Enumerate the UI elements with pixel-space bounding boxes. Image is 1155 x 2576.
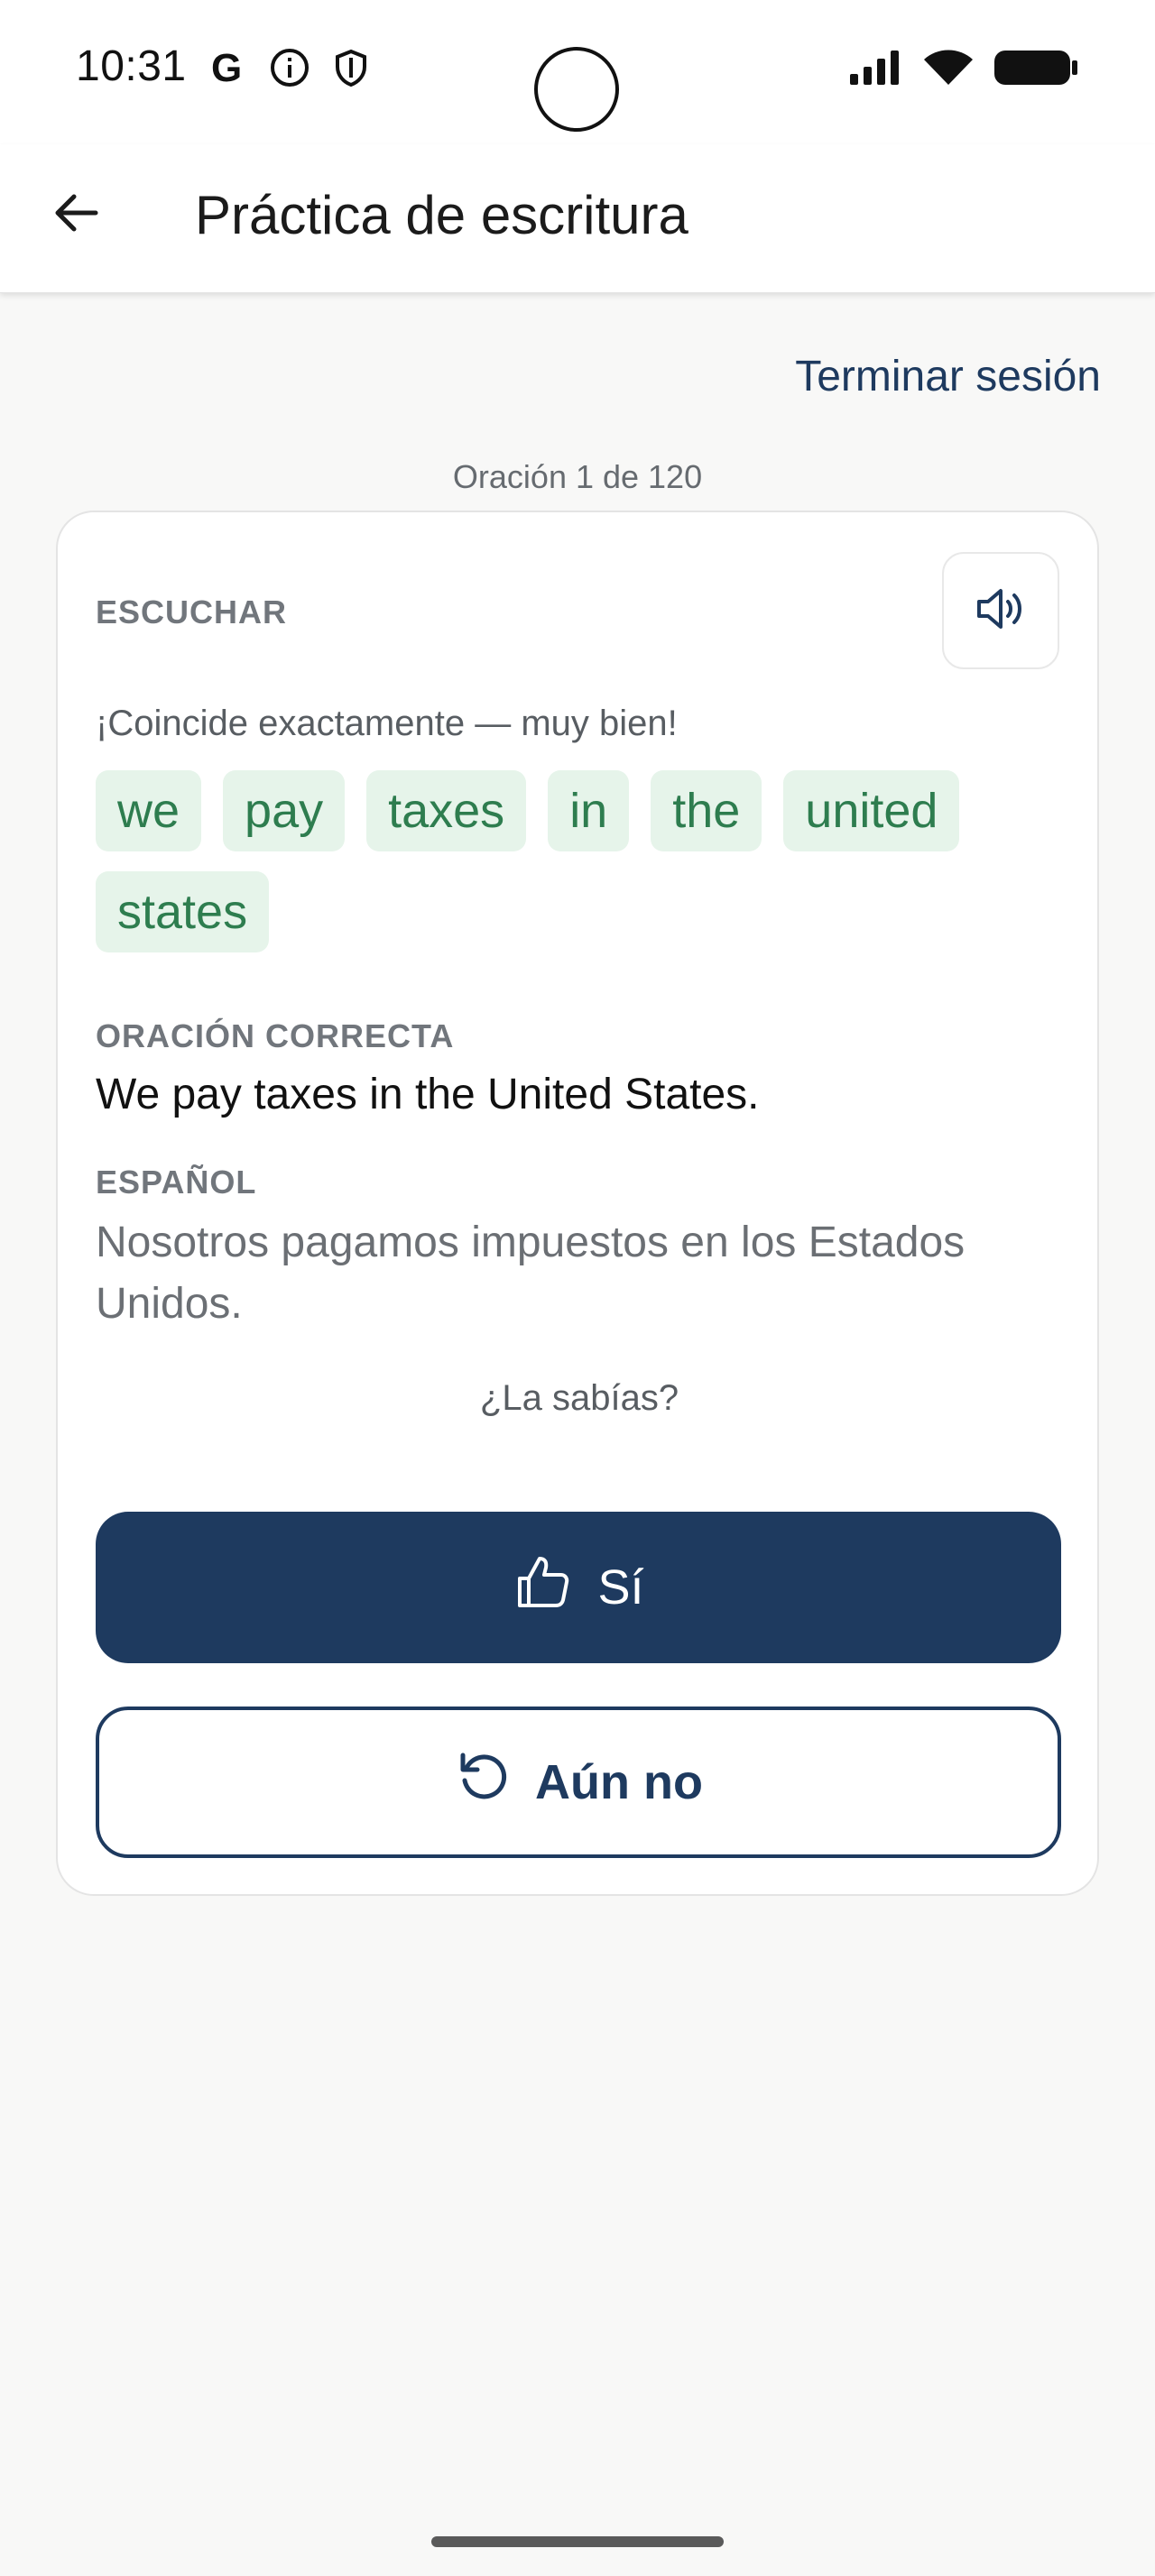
battery-icon bbox=[993, 47, 1079, 93]
shield-icon bbox=[330, 47, 372, 93]
end-session-link[interactable]: Terminar sesión bbox=[795, 352, 1101, 401]
word-token: we bbox=[96, 770, 202, 851]
correct-sentence: We pay taxes in the United States. bbox=[96, 1071, 760, 1118]
status-bar: 10:31 G bbox=[0, 0, 1155, 144]
exercise-card: ESCUCHAR ¡Coincide exactamente — muy bie… bbox=[56, 511, 1099, 1896]
word-tokens: we pay taxes in the united states bbox=[96, 770, 1070, 952]
listen-label: ESCUCHAR bbox=[96, 593, 288, 630]
correct-sentence-label: ORACIÓN CORRECTA bbox=[96, 1017, 455, 1054]
word-token: in bbox=[548, 770, 630, 851]
back-button[interactable] bbox=[42, 180, 110, 249]
speaker-button[interactable] bbox=[942, 552, 1059, 669]
home-indicator[interactable] bbox=[431, 2536, 724, 2547]
yes-button-label: Sí bbox=[597, 1560, 644, 1615]
signal-icon bbox=[848, 47, 904, 93]
spanish-sentence: Nosotros pagamos impuestos en los Estado… bbox=[96, 1219, 966, 1328]
word-token: taxes bbox=[366, 770, 527, 851]
feedback-text: ¡Coincide exactamente — muy bien! bbox=[96, 704, 678, 743]
progress-label: Oración 1 de 120 bbox=[452, 458, 703, 495]
status-icons-right bbox=[848, 47, 1079, 93]
info-icon bbox=[269, 47, 310, 93]
camera-cutout bbox=[534, 47, 619, 132]
thumbs-up-icon bbox=[513, 1551, 574, 1624]
google-icon: G bbox=[208, 46, 249, 93]
knowledge-question: ¿La sabías? bbox=[479, 1378, 679, 1418]
svg-text:G: G bbox=[211, 47, 242, 88]
word-token: united bbox=[783, 770, 960, 851]
status-icons-left: G bbox=[208, 46, 372, 93]
spanish-label: ESPAÑOL bbox=[96, 1164, 257, 1201]
speaker-icon bbox=[974, 582, 1028, 640]
not-yet-button[interactable]: Aún no bbox=[96, 1707, 1061, 1858]
wifi-icon bbox=[922, 47, 975, 93]
word-token: the bbox=[651, 770, 762, 851]
app-bar: Práctica de escritura bbox=[0, 144, 1155, 293]
retry-icon bbox=[454, 1748, 512, 1817]
word-token: pay bbox=[223, 770, 346, 851]
word-token: states bbox=[96, 871, 270, 952]
not-yet-button-label: Aún no bbox=[535, 1755, 703, 1809]
status-time: 10:31 bbox=[76, 42, 187, 90]
page-title: Práctica de escritura bbox=[195, 185, 688, 245]
yes-button[interactable]: Sí bbox=[96, 1512, 1061, 1663]
arrow-left-icon bbox=[51, 188, 101, 243]
